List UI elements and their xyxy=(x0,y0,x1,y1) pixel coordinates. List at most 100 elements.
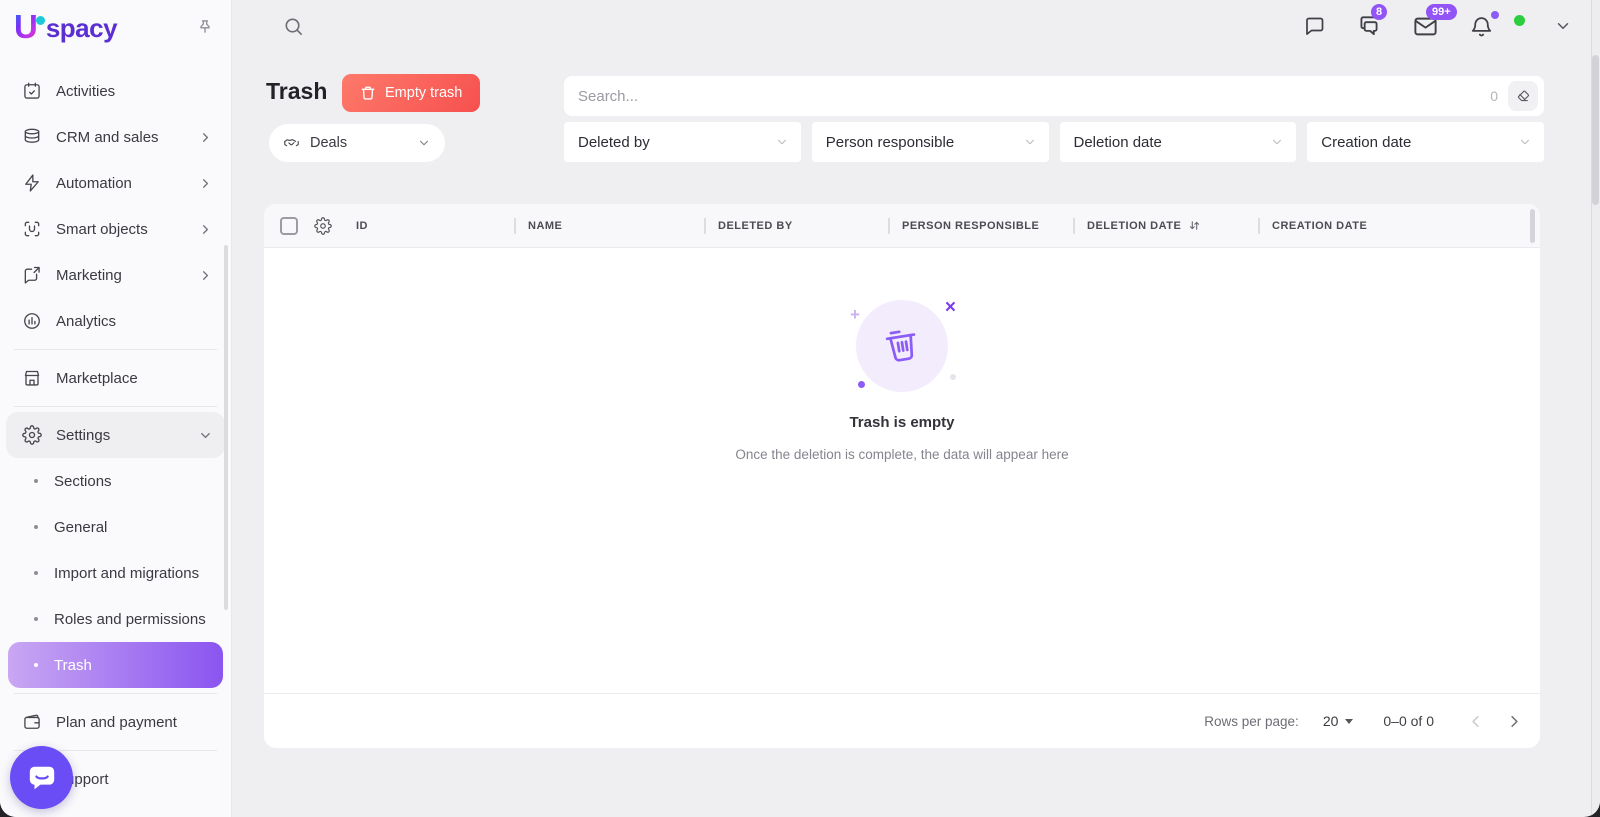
calendar-icon xyxy=(22,81,42,101)
sidebar-item-activities[interactable]: Activities xyxy=(6,68,225,114)
mail-badge: 99+ xyxy=(1426,4,1457,20)
column-header-deleted-by[interactable]: DELETED BY xyxy=(704,204,888,247)
sidebar-item-plan-and-payment[interactable]: Plan and payment xyxy=(6,699,225,745)
sidebar-item-marketplace[interactable]: Marketplace xyxy=(6,355,225,401)
automation-icon xyxy=(22,173,42,193)
uspacy-logo[interactable]: Uspacy xyxy=(14,12,117,44)
sidebar-header: Uspacy xyxy=(0,0,231,56)
bullet-dot xyxy=(34,571,38,575)
search-icon[interactable] xyxy=(282,15,305,38)
filter-deleted-by[interactable]: Deleted by xyxy=(564,122,801,162)
logo-dot xyxy=(36,16,45,25)
empty-trash-button[interactable]: Empty trash xyxy=(342,74,480,112)
x-decoration: × xyxy=(945,298,956,317)
chat-messages-icon[interactable]: 8 xyxy=(1356,13,1382,39)
sidebar-item-settings[interactable]: Settings xyxy=(6,412,225,458)
search-input[interactable] xyxy=(564,76,1490,116)
chevron-down-icon xyxy=(1270,135,1284,149)
marketplace-icon xyxy=(22,368,42,388)
page-scrollbar[interactable] xyxy=(1591,0,1600,817)
content-area: Trash Empty trash Deals 0 xyxy=(232,52,1600,817)
sidebar-item-marketing[interactable]: Marketing xyxy=(6,252,225,298)
sidebar-divider xyxy=(14,693,217,694)
column-header-creation-date[interactable]: CREATION DATE xyxy=(1258,204,1540,247)
handshake-icon xyxy=(283,135,300,152)
sidebar-divider xyxy=(14,406,217,407)
sidebar-subitem-general[interactable]: General xyxy=(6,504,225,550)
chevron-right-icon xyxy=(198,176,213,191)
sidebar: Uspacy Activities CRM and sales Automati… xyxy=(0,0,232,817)
sidebar-subitem-sections[interactable]: Sections xyxy=(6,458,225,504)
sidebar-item-crm-and-sales[interactable]: CRM and sales xyxy=(6,114,225,160)
pagination-range: 0–0 of 0 xyxy=(1383,713,1434,729)
bullet-dot xyxy=(34,663,38,667)
filter-deletion-date[interactable]: Deletion date xyxy=(1060,122,1297,162)
entity-filter-chip[interactable]: Deals xyxy=(269,124,445,162)
trash-icon xyxy=(879,323,925,369)
app-window: Uspacy Activities CRM and sales Automati… xyxy=(0,0,1600,817)
column-header-deletion-date[interactable]: DELETION DATE xyxy=(1073,204,1258,247)
mail-icon[interactable]: 99+ xyxy=(1412,13,1439,40)
bell-icon[interactable] xyxy=(1469,14,1494,39)
trash-table: ID NAME DELETED BY PERSON RESPONSIBLE DE… xyxy=(264,204,1540,748)
entity-filter-label: Deals xyxy=(310,135,347,151)
marketing-icon xyxy=(22,265,42,285)
sidebar-subitem-import-and-migrations[interactable]: Import and migrations xyxy=(6,550,225,596)
topbar-actions: 8 99+ xyxy=(1302,13,1572,40)
comment-icon[interactable] xyxy=(1302,14,1326,38)
pin-sidebar-icon[interactable] xyxy=(195,18,215,38)
page-scrollbar-thumb[interactable] xyxy=(1592,55,1599,205)
sidebar-scrollbar-thumb[interactable] xyxy=(224,245,228,610)
topbar: 8 99+ xyxy=(232,0,1600,52)
search-box: 0 xyxy=(564,76,1544,116)
bullet-dot xyxy=(34,617,38,621)
column-header-id[interactable]: ID xyxy=(342,204,514,247)
select-all-checkbox[interactable] xyxy=(280,217,298,235)
sidebar-item-label: Analytics xyxy=(56,313,116,330)
chevron-down-icon[interactable] xyxy=(1554,17,1572,35)
smart-objects-icon xyxy=(22,219,42,239)
settings-gear-icon xyxy=(22,425,42,445)
column-header-name[interactable]: NAME xyxy=(514,204,704,247)
rows-per-page-select[interactable]: 20 xyxy=(1323,713,1354,729)
bullet-dot xyxy=(34,479,38,483)
table-scrollbar-thumb[interactable] xyxy=(1530,209,1535,243)
support-chat-bubble[interactable] xyxy=(10,746,73,809)
sidebar-subitem-label: Trash xyxy=(54,657,92,674)
sidebar-item-analytics[interactable]: Analytics xyxy=(6,298,225,344)
sidebar-item-label: Automation xyxy=(56,175,132,192)
sidebar-subitem-trash[interactable]: Trash xyxy=(8,642,223,688)
filter-label: Person responsible xyxy=(826,134,954,151)
sidebar-item-label: Activities xyxy=(56,83,115,100)
purple-dot-decoration xyxy=(858,381,865,388)
sidebar-item-automation[interactable]: Automation xyxy=(6,160,225,206)
logo-u-glyph: U xyxy=(14,12,38,42)
chevron-right-icon xyxy=(198,222,213,237)
chevron-right-icon xyxy=(198,130,213,145)
column-header-person-responsible[interactable]: PERSON RESPONSIBLE xyxy=(888,204,1073,247)
next-page-button[interactable] xyxy=(1505,712,1524,731)
sidebar-nav: Activities CRM and sales Automation Smar… xyxy=(0,56,231,802)
chevron-right-icon xyxy=(198,268,213,283)
sidebar-item-label: Smart objects xyxy=(56,221,148,238)
column-settings-gear-icon[interactable] xyxy=(314,217,332,235)
empty-state: + × Trash is empty Once the deletion is … xyxy=(642,300,1162,462)
chat-badge: 8 xyxy=(1371,4,1387,20)
dropdown-triangle-icon xyxy=(1345,719,1353,724)
clear-search-button[interactable] xyxy=(1508,81,1538,111)
sidebar-subitem-roles-and-permissions[interactable]: Roles and permissions xyxy=(6,596,225,642)
filter-label: Creation date xyxy=(1321,134,1411,151)
table-body: + × Trash is empty Once the deletion is … xyxy=(264,248,1540,693)
sort-arrows-icon[interactable] xyxy=(1187,218,1202,233)
empty-trash-label: Empty trash xyxy=(385,85,462,101)
chevron-down-icon xyxy=(1023,135,1037,149)
sidebar-item-smart-objects[interactable]: Smart objects xyxy=(6,206,225,252)
crm-icon xyxy=(22,127,42,147)
wallet-icon xyxy=(22,712,42,732)
logo-text: spacy xyxy=(46,12,117,44)
filter-creation-date[interactable]: Creation date xyxy=(1307,122,1544,162)
previous-page-button[interactable] xyxy=(1466,712,1485,731)
sidebar-item-label: CRM and sales xyxy=(56,129,159,146)
sidebar-item-label: Settings xyxy=(56,427,110,444)
filter-person-responsible[interactable]: Person responsible xyxy=(812,122,1049,162)
